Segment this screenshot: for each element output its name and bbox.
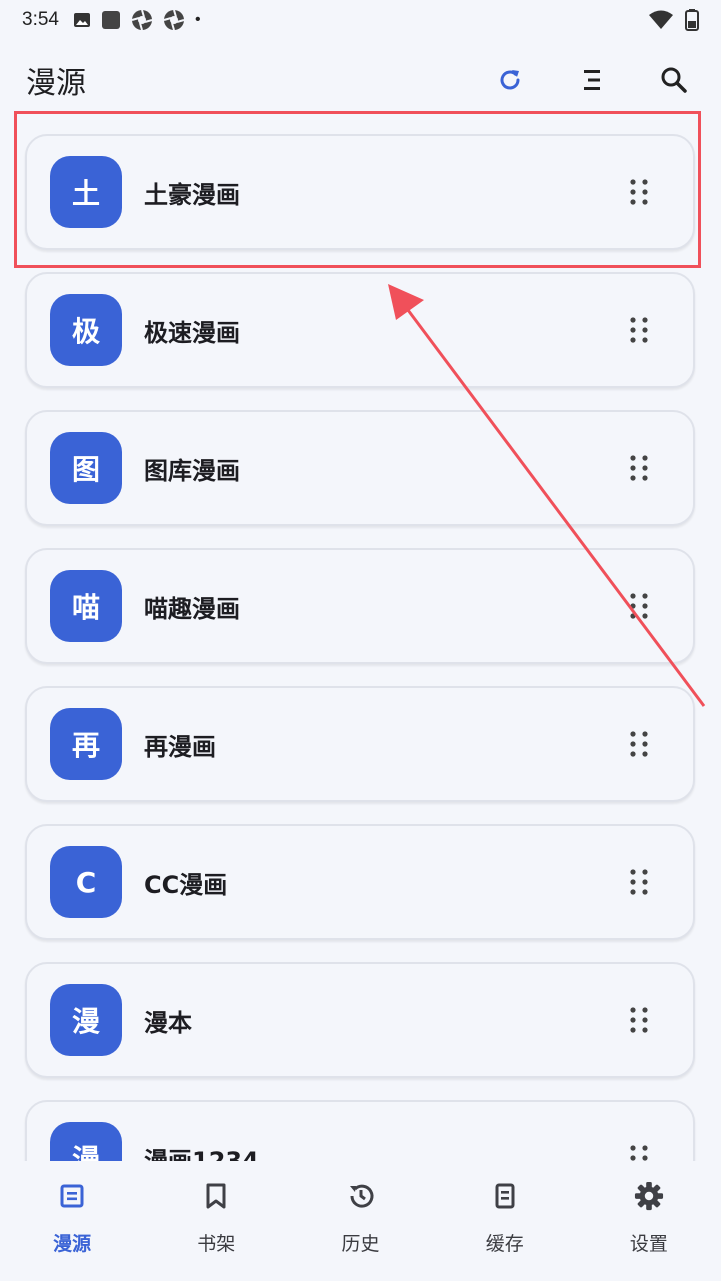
app-square-icon bbox=[101, 11, 120, 29]
top-app-bar: 漫源 bbox=[0, 44, 721, 116]
nav-label: 缓存 bbox=[485, 1233, 524, 1255]
battery-icon bbox=[685, 9, 699, 31]
source-avatar: 漫 bbox=[50, 1122, 122, 1161]
refresh-button[interactable] bbox=[489, 59, 531, 101]
source-card[interactable]: 图 图库漫画 bbox=[25, 410, 695, 526]
settings-icon bbox=[634, 1181, 664, 1211]
nav-item-bookshelf[interactable]: 书架 bbox=[144, 1161, 288, 1281]
source-name: 喵趣漫画 bbox=[144, 594, 240, 623]
image-icon bbox=[73, 13, 90, 27]
nav-label: 漫源 bbox=[53, 1233, 92, 1255]
source-card[interactable]: C CC漫画 bbox=[25, 824, 695, 940]
source-name: CC漫画 bbox=[144, 870, 228, 899]
source-avatar: 漫 bbox=[50, 984, 122, 1056]
drag-handle-icon bbox=[630, 179, 648, 205]
nav-label: 书架 bbox=[197, 1233, 236, 1255]
sort-button[interactable] bbox=[571, 59, 613, 101]
nav-label: 设置 bbox=[629, 1233, 668, 1255]
status-time: 3:54 bbox=[22, 9, 59, 30]
source-card[interactable]: 漫 漫画1234 bbox=[25, 1100, 695, 1161]
drag-handle[interactable] bbox=[625, 310, 653, 350]
source-name: 极速漫画 bbox=[144, 318, 240, 347]
more-notifications-dot: • bbox=[194, 11, 201, 28]
source-avatar: 极 bbox=[50, 294, 122, 366]
drag-handle[interactable] bbox=[625, 862, 653, 902]
source-name: 漫画1234 bbox=[144, 1146, 259, 1162]
status-bar: 3:54 • bbox=[0, 0, 721, 40]
status-notification-icons: • bbox=[73, 9, 201, 31]
search-icon bbox=[661, 67, 687, 93]
drag-handle[interactable] bbox=[625, 724, 653, 764]
history-icon bbox=[346, 1181, 376, 1211]
nav-item-history[interactable]: 历史 bbox=[288, 1161, 432, 1281]
drag-handle-icon bbox=[630, 731, 648, 757]
nav-label: 历史 bbox=[341, 1233, 380, 1255]
bottom-navigation: 漫源 书架 历史 缓存 设置 bbox=[0, 1161, 721, 1281]
source-card[interactable]: 喵 喵趣漫画 bbox=[25, 548, 695, 664]
refresh-icon bbox=[500, 70, 520, 90]
source-name: 再漫画 bbox=[144, 732, 216, 761]
drag-handle-icon bbox=[630, 1145, 648, 1161]
aperture-icon-2 bbox=[163, 9, 185, 31]
drag-handle[interactable] bbox=[625, 172, 653, 212]
wifi-icon bbox=[649, 10, 673, 29]
search-button[interactable] bbox=[653, 59, 695, 101]
drag-handle-icon bbox=[630, 317, 648, 343]
source-card[interactable]: 再 再漫画 bbox=[25, 686, 695, 802]
nav-item-sources[interactable]: 漫源 bbox=[0, 1161, 144, 1281]
source-avatar: 喵 bbox=[50, 570, 122, 642]
drag-handle[interactable] bbox=[625, 1000, 653, 1040]
bookmark-icon bbox=[201, 1181, 231, 1211]
toolbar-actions bbox=[449, 59, 695, 101]
source-card[interactable]: 土 土豪漫画 bbox=[25, 134, 695, 250]
drag-handle-icon bbox=[630, 1007, 648, 1033]
drag-handle[interactable] bbox=[625, 448, 653, 488]
drag-handle[interactable] bbox=[625, 586, 653, 626]
source-name: 土豪漫画 bbox=[144, 180, 240, 209]
drag-handle-icon bbox=[630, 869, 648, 895]
aperture-icon bbox=[131, 9, 153, 31]
nav-item-settings[interactable]: 设置 bbox=[577, 1161, 721, 1281]
drag-handle-icon bbox=[630, 593, 648, 619]
source-name: 图库漫画 bbox=[144, 456, 240, 485]
source-avatar: 土 bbox=[50, 156, 122, 228]
source-avatar: C bbox=[50, 846, 122, 918]
source-avatar: 再 bbox=[50, 708, 122, 780]
source-list[interactable]: 土 土豪漫画 极 极速漫画 图 图库漫画 喵 喵趣漫画 再 再漫画 C CC漫画 bbox=[0, 120, 721, 1161]
source-card[interactable]: 极 极速漫画 bbox=[25, 272, 695, 388]
drag-handle-icon bbox=[630, 455, 648, 481]
source-name: 漫本 bbox=[144, 1008, 192, 1037]
cache-icon bbox=[490, 1181, 520, 1211]
source-avatar: 图 bbox=[50, 432, 122, 504]
drag-handle[interactable] bbox=[625, 1138, 653, 1161]
source-card[interactable]: 漫 漫本 bbox=[25, 962, 695, 1078]
source-icon bbox=[57, 1181, 87, 1211]
page-title: 漫源 bbox=[26, 67, 86, 100]
nav-item-cache[interactable]: 缓存 bbox=[433, 1161, 577, 1281]
sort-icon bbox=[584, 70, 600, 90]
